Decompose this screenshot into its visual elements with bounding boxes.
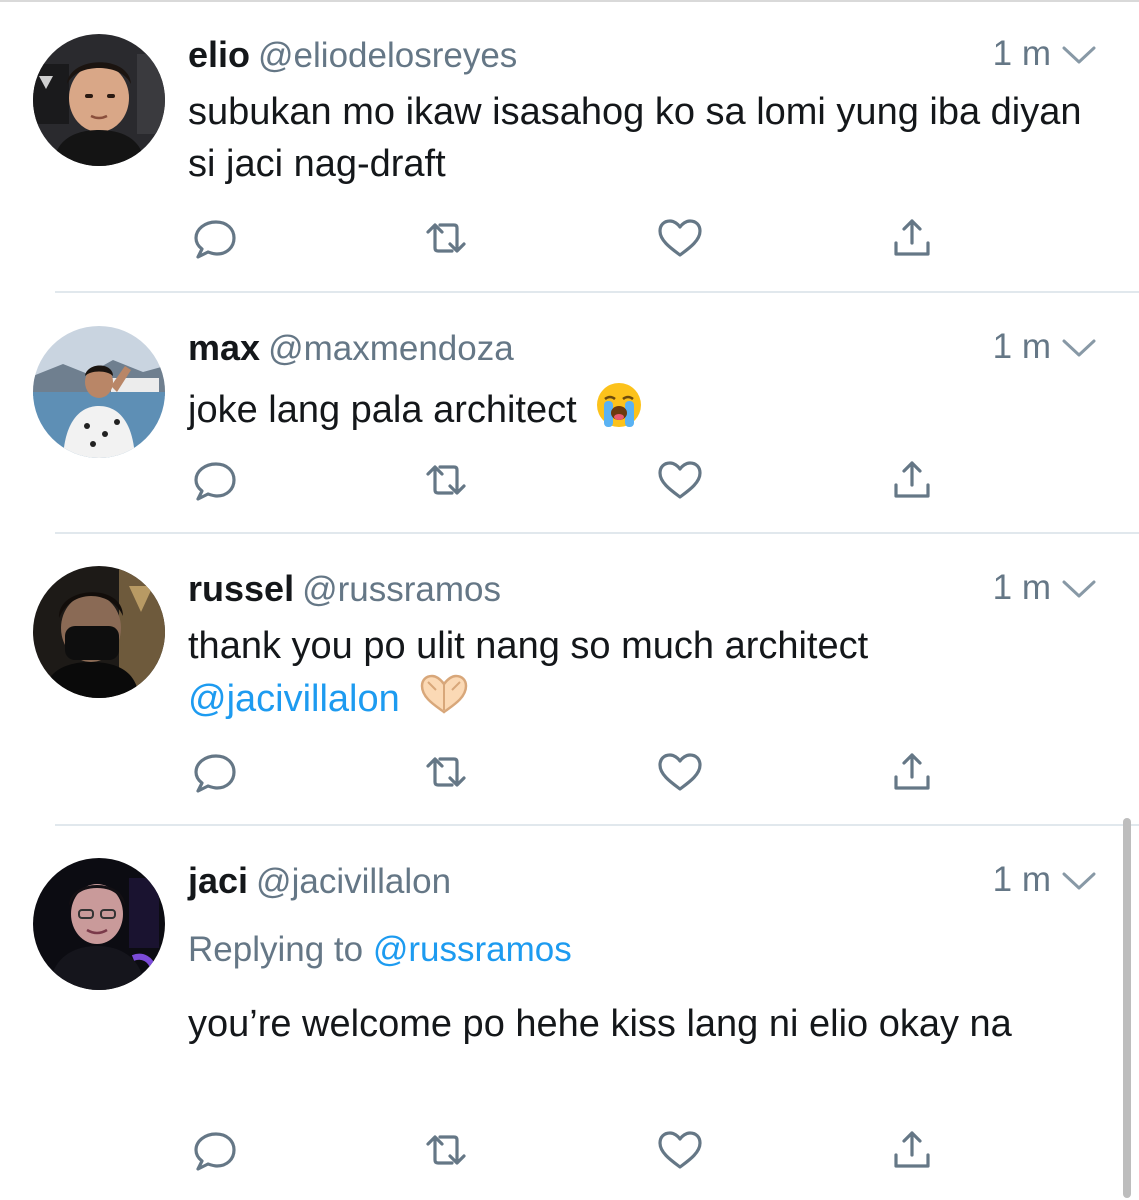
- replying-to-label: Replying to: [188, 930, 364, 969]
- reply-icon[interactable]: [188, 746, 240, 798]
- chevron-down-icon[interactable]: [1061, 337, 1097, 359]
- display-name[interactable]: jaci: [188, 860, 248, 901]
- tweet-text: you’re welcome po hehe kiss lang ni elio…: [188, 1003, 1012, 1045]
- retweet-icon[interactable]: [420, 212, 472, 264]
- timestamp: 1 m: [992, 327, 1051, 366]
- user-handle[interactable]: @eliodelosreyes: [258, 36, 517, 75]
- tweet-actions: [188, 454, 948, 506]
- tweet-body: thank you po ulit nang so much architect…: [188, 620, 1108, 730]
- user-handle[interactable]: @russramos: [302, 570, 501, 609]
- reply-icon[interactable]: [188, 212, 240, 264]
- share-icon[interactable]: [886, 454, 938, 506]
- timestamp: 1 m: [992, 860, 1051, 899]
- scrollbar[interactable]: [1123, 818, 1131, 1198]
- reply-icon[interactable]: [188, 1124, 240, 1176]
- tweet-body: joke lang pala architect: [188, 379, 1108, 445]
- retweet-icon[interactable]: [420, 746, 472, 798]
- tweet-max[interactable]: max @maxmendoza 1 m joke lang pala archit…: [0, 293, 1139, 532]
- tweet-text: subukan mo ikaw isasahog ko sa lomi yung…: [188, 91, 1082, 185]
- retweet-icon[interactable]: [420, 1124, 472, 1176]
- reply-icon[interactable]: [188, 454, 240, 506]
- tweet-russel[interactable]: russel @russramos 1 m thank you po ulit n…: [0, 534, 1139, 824]
- tweet-text: thank you po ulit nang so much architect: [188, 625, 869, 667]
- timestamp: 1 m: [992, 568, 1051, 607]
- tweet-text: joke lang pala architect: [188, 389, 577, 432]
- avatar[interactable]: [33, 34, 165, 166]
- tweet-jaci[interactable]: jaci @jacivillalon 1 m Replying to @russr…: [0, 826, 1139, 1200]
- tweet-actions: [188, 746, 948, 798]
- loudly-crying-face-emoji: [593, 379, 645, 445]
- tweet-header: elio @eliodelosreyes 1 m: [188, 34, 1139, 82]
- chevron-down-icon[interactable]: [1061, 44, 1097, 66]
- tweet-header: russel @russramos 1 m: [188, 568, 1139, 616]
- replying-to: Replying to @russramos: [188, 930, 572, 970]
- user-handle[interactable]: @jacivillalon: [256, 862, 451, 901]
- like-icon[interactable]: [654, 212, 706, 264]
- retweet-icon[interactable]: [420, 454, 472, 506]
- avatar[interactable]: [33, 858, 165, 990]
- tweet-header: jaci @jacivillalon 1 m: [188, 860, 1139, 908]
- reply-mention-link[interactable]: @russramos: [373, 930, 572, 969]
- user-handle[interactable]: @maxmendoza: [268, 329, 514, 368]
- avatar[interactable]: [33, 326, 165, 458]
- tweet-actions: [188, 212, 948, 264]
- share-icon[interactable]: [886, 746, 938, 798]
- chevron-down-icon[interactable]: [1061, 578, 1097, 600]
- like-icon[interactable]: [654, 746, 706, 798]
- display-name[interactable]: russel: [188, 568, 294, 609]
- tweet-header: max @maxmendoza 1 m: [188, 327, 1139, 375]
- chevron-down-icon[interactable]: [1061, 870, 1097, 892]
- avatar[interactable]: [33, 566, 165, 698]
- like-icon[interactable]: [654, 454, 706, 506]
- mention-link[interactable]: @jacivillalon: [188, 678, 400, 720]
- timestamp: 1 m: [992, 34, 1051, 73]
- display-name[interactable]: max: [188, 327, 260, 368]
- heart-hands-emoji: [416, 672, 472, 730]
- like-icon[interactable]: [654, 1124, 706, 1176]
- share-icon[interactable]: [886, 1124, 938, 1176]
- display-name[interactable]: elio: [188, 34, 250, 75]
- tweet-actions: [188, 1124, 948, 1176]
- share-icon[interactable]: [886, 212, 938, 264]
- tweet-elio[interactable]: elio @eliodelosreyes 1 m subukan mo ikaw …: [0, 0, 1139, 292]
